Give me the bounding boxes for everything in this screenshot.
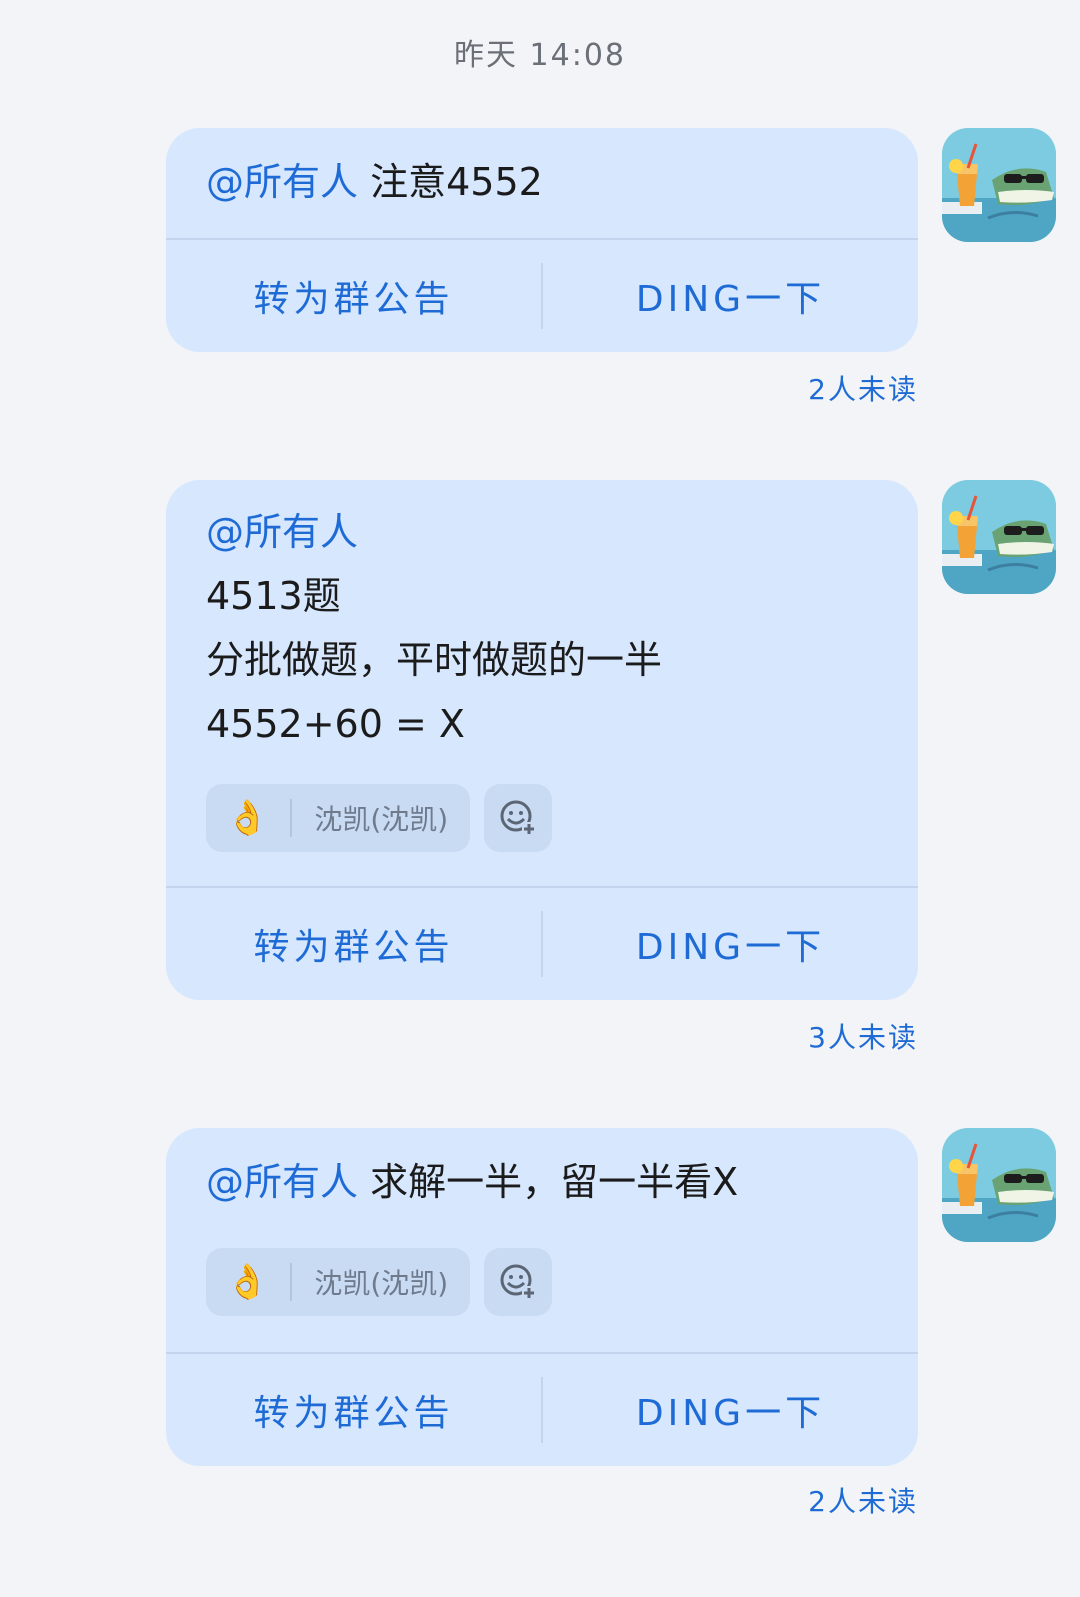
reaction-user: 沈凯(沈凯): [314, 1267, 449, 1300]
add-emoji-icon: [498, 1262, 538, 1302]
read-status[interactable]: 2人未读: [808, 1480, 918, 1520]
reaction-user: 沈凯(沈凯): [314, 803, 449, 836]
message-text: 求解一半，留一半看X: [370, 1160, 739, 1204]
message-bubble[interactable]: @所有人 求解一半，留一半看X 👌 沈凯(沈凯) 转为群公告 DING一下: [166, 1128, 918, 1466]
user-avatar[interactable]: [942, 480, 1056, 594]
read-status[interactable]: 2人未读: [808, 368, 918, 408]
message-line: @所有人 注意4552: [206, 150, 874, 214]
message-line: @所有人: [206, 500, 874, 564]
add-reaction-button[interactable]: [484, 784, 553, 852]
reaction-divider: [290, 1263, 293, 1301]
user-avatar[interactable]: [942, 128, 1056, 242]
add-emoji-icon: [498, 798, 538, 838]
reaction-chip[interactable]: 👌 沈凯(沈凯): [206, 784, 471, 852]
mention-all[interactable]: @所有人: [206, 510, 358, 554]
read-status[interactable]: 3人未读: [808, 1016, 918, 1056]
message-bubble[interactable]: @所有人 注意4552 转为群公告 DING一下: [166, 128, 918, 352]
crocodile-avatar-icon: [942, 480, 1056, 594]
ok-hand-icon: 👌: [226, 1262, 269, 1302]
message-bubble[interactable]: @所有人 4513题 分批做题，平时做题的一半 4552+60 = X 👌 沈凯…: [166, 480, 918, 1000]
message-text: 分批做题，平时做题的一半: [206, 638, 663, 682]
message-actions: 转为群公告 DING一下: [166, 1352, 918, 1466]
mention-all[interactable]: @所有人: [206, 1160, 358, 1204]
crocodile-avatar-icon: [942, 1128, 1056, 1242]
reaction-chip[interactable]: 👌 沈凯(沈凯): [206, 1248, 471, 1316]
announce-button[interactable]: 转为群公告: [166, 1384, 541, 1436]
add-reaction-button[interactable]: [484, 1248, 553, 1316]
user-avatar[interactable]: [942, 1128, 1056, 1242]
crocodile-avatar-icon: [942, 128, 1056, 242]
ding-button[interactable]: DING一下: [543, 270, 918, 322]
message-actions: 转为群公告 DING一下: [166, 238, 918, 352]
reaction-divider: [290, 799, 293, 837]
message-text: 注意4552: [370, 160, 543, 204]
reaction-row: 👌 沈凯(沈凯): [206, 1248, 874, 1316]
message-line: @所有人 求解一半，留一半看X: [206, 1150, 874, 1214]
chat-timestamp: 昨天 14:08: [454, 38, 626, 73]
ding-button[interactable]: DING一下: [543, 918, 918, 970]
reaction-row: 👌 沈凯(沈凯): [206, 784, 874, 852]
message-actions: 转为群公告 DING一下: [166, 886, 918, 1000]
message-text: 4552+60 = X: [206, 702, 465, 746]
announce-button[interactable]: 转为群公告: [166, 918, 541, 970]
ding-button[interactable]: DING一下: [543, 1384, 918, 1436]
announce-button[interactable]: 转为群公告: [166, 270, 541, 322]
ok-hand-icon: 👌: [226, 798, 269, 838]
message-text: 4513题: [206, 574, 341, 618]
mention-all[interactable]: @所有人: [206, 160, 358, 204]
